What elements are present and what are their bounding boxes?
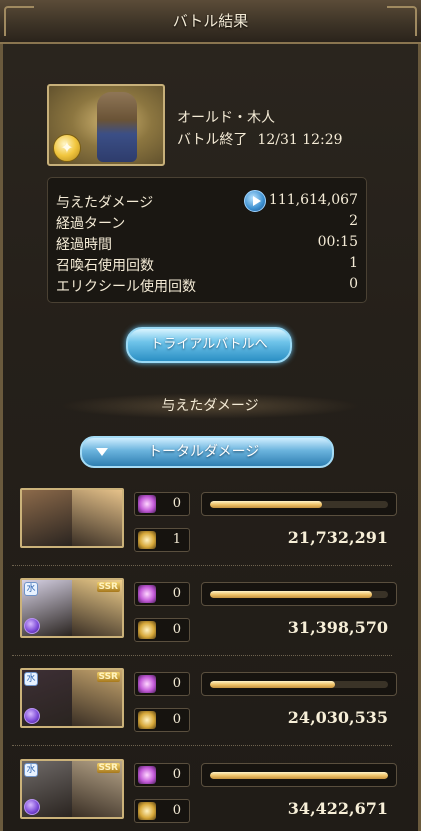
burst-count: 0 <box>172 496 181 511</box>
dark-moon-icon <box>24 799 40 815</box>
row-divider <box>12 655 392 656</box>
character-portrait[interactable]: 水 SSR <box>20 668 124 728</box>
total-damage-selector[interactable]: トータルダメージ <box>80 436 334 468</box>
stat-row-turns: 経過ターン 2 <box>56 213 358 233</box>
chevron-down-icon <box>96 448 108 456</box>
stat-row-time: 経過時間 00:15 <box>56 234 358 254</box>
portrait-left <box>22 490 72 546</box>
battle-status-label: バトル終了 <box>177 132 248 148</box>
light-element-icon: ✦ <box>53 134 81 162</box>
stat-value: 2 <box>349 213 358 229</box>
character-portrait[interactable]: 水 SSR <box>20 578 124 638</box>
stat-value: 00:15 <box>317 234 358 250</box>
damage-bar <box>201 763 397 787</box>
portrait-right <box>72 490 122 546</box>
damage-bar-fill <box>210 772 388 779</box>
damage-value: 34,422,671 <box>287 799 388 818</box>
damage-bar-fill <box>210 681 335 688</box>
stat-value: 0 <box>349 276 358 292</box>
water-element-icon: 水 <box>24 763 38 777</box>
dark-moon-icon <box>24 708 40 724</box>
chain-counter: 0 <box>134 799 190 823</box>
play-icon[interactable] <box>244 190 266 212</box>
burst-count: 0 <box>172 767 181 782</box>
chain-count: 0 <box>172 622 181 637</box>
character-portrait[interactable] <box>20 488 124 548</box>
chain-counter: 1 <box>134 528 190 552</box>
burst-star-icon <box>138 495 156 513</box>
damage-bar-fill <box>210 501 323 508</box>
stat-label: 召喚石使用回数 <box>56 258 154 274</box>
battle-status: バトル終了 12/31 12:29 <box>177 129 343 149</box>
stat-value: 111,614,067 <box>268 192 358 208</box>
header-bar: バトル結果 <box>0 0 421 44</box>
burst-star-icon <box>138 585 156 603</box>
chain-burst-icon <box>138 802 156 820</box>
damage-bar <box>201 492 397 516</box>
dark-moon-icon <box>24 618 40 634</box>
battle-stats-box: 与えたダメージ 111,614,067 経過ターン 2 経過時間 00:15 召… <box>47 177 367 303</box>
ssr-badge: SSR <box>96 763 120 773</box>
total-damage-label: トータルダメージ <box>148 444 260 460</box>
burst-counter: 0 <box>134 582 190 606</box>
damage-value: 21,732,291 <box>287 528 388 547</box>
chain-counter: 0 <box>134 618 190 642</box>
burst-count: 0 <box>172 586 181 601</box>
enemy-portrait: ✦ <box>47 84 165 166</box>
chain-count: 0 <box>172 803 181 818</box>
water-element-icon: 水 <box>24 582 38 596</box>
water-element-icon: 水 <box>24 672 38 686</box>
stat-value: 1 <box>349 255 358 271</box>
burst-counter: 0 <box>134 492 190 516</box>
chain-count: 0 <box>172 712 181 727</box>
stat-row-damage: 与えたダメージ 111,614,067 <box>56 190 358 212</box>
chain-burst-icon <box>138 531 156 549</box>
party-member-row: 水 SSR 0 0 24,030,535 <box>18 668 404 748</box>
ssr-badge: SSR <box>96 582 120 592</box>
battle-datetime: 12/31 12:29 <box>257 132 343 148</box>
ssr-badge: SSR <box>96 672 120 682</box>
party-member-row: 水 SSR 0 0 34,422,671 <box>18 759 404 831</box>
damage-bar <box>201 582 397 606</box>
character-portrait[interactable]: 水 SSR <box>20 759 124 819</box>
chain-counter: 0 <box>134 708 190 732</box>
stat-label: 経過時間 <box>56 237 112 253</box>
burst-star-icon <box>138 675 156 693</box>
burst-star-icon <box>138 766 156 784</box>
burst-counter: 0 <box>134 672 190 696</box>
stat-row-elixirs: エリクシール使用回数 0 <box>56 276 358 296</box>
damage-bar-track <box>210 501 388 508</box>
row-divider <box>12 565 392 566</box>
stat-label: エリクシール使用回数 <box>56 279 196 295</box>
damage-value: 24,030,535 <box>287 708 388 727</box>
page-title: バトル結果 <box>172 12 249 30</box>
chain-burst-icon <box>138 621 156 639</box>
chain-burst-icon <box>138 711 156 729</box>
trial-battle-button[interactable]: トライアルバトルへ <box>126 327 292 363</box>
chain-count: 1 <box>172 532 181 547</box>
stat-row-summons: 召喚石使用回数 1 <box>56 255 358 275</box>
burst-counter: 0 <box>134 763 190 787</box>
row-divider <box>12 745 392 746</box>
burst-count: 0 <box>172 676 181 691</box>
stat-label: 経過ターン <box>56 216 126 232</box>
damage-bar-track <box>210 772 388 779</box>
stat-label: 与えたダメージ <box>56 195 154 211</box>
damage-bar-track <box>210 681 388 688</box>
damage-bar-fill <box>210 591 372 598</box>
damage-bar-track <box>210 591 388 598</box>
enemy-figure <box>97 92 137 162</box>
damage-section-header: 与えたダメージ <box>60 393 360 419</box>
damage-bar <box>201 672 397 696</box>
party-member-row: 0 1 21,732,291 <box>18 488 404 568</box>
party-member-row: 水 SSR 0 0 31,398,570 <box>18 578 404 658</box>
enemy-name: オールド・木人 <box>177 110 275 126</box>
damage-value: 31,398,570 <box>287 618 388 637</box>
